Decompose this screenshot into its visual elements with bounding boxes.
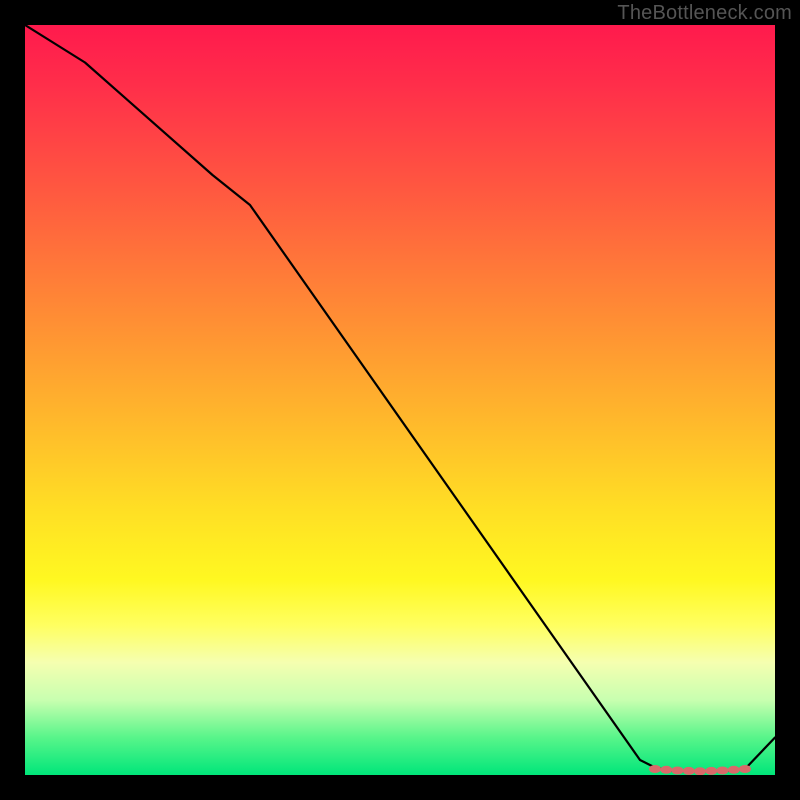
marker-dot — [739, 765, 751, 773]
plot-area — [25, 25, 775, 775]
marker-dot — [728, 766, 740, 774]
marker-dot — [694, 767, 706, 775]
marker-dot — [717, 767, 729, 775]
curve-line — [25, 25, 775, 771]
chart-overlay — [25, 25, 775, 775]
marker-group — [649, 765, 751, 775]
marker-dot — [705, 767, 717, 775]
marker-dot — [660, 766, 672, 774]
marker-dot — [672, 767, 684, 775]
chart-frame: TheBottleneck.com — [0, 0, 800, 800]
attribution-text: TheBottleneck.com — [617, 2, 792, 25]
marker-dot — [649, 765, 661, 773]
marker-dot — [683, 767, 695, 775]
